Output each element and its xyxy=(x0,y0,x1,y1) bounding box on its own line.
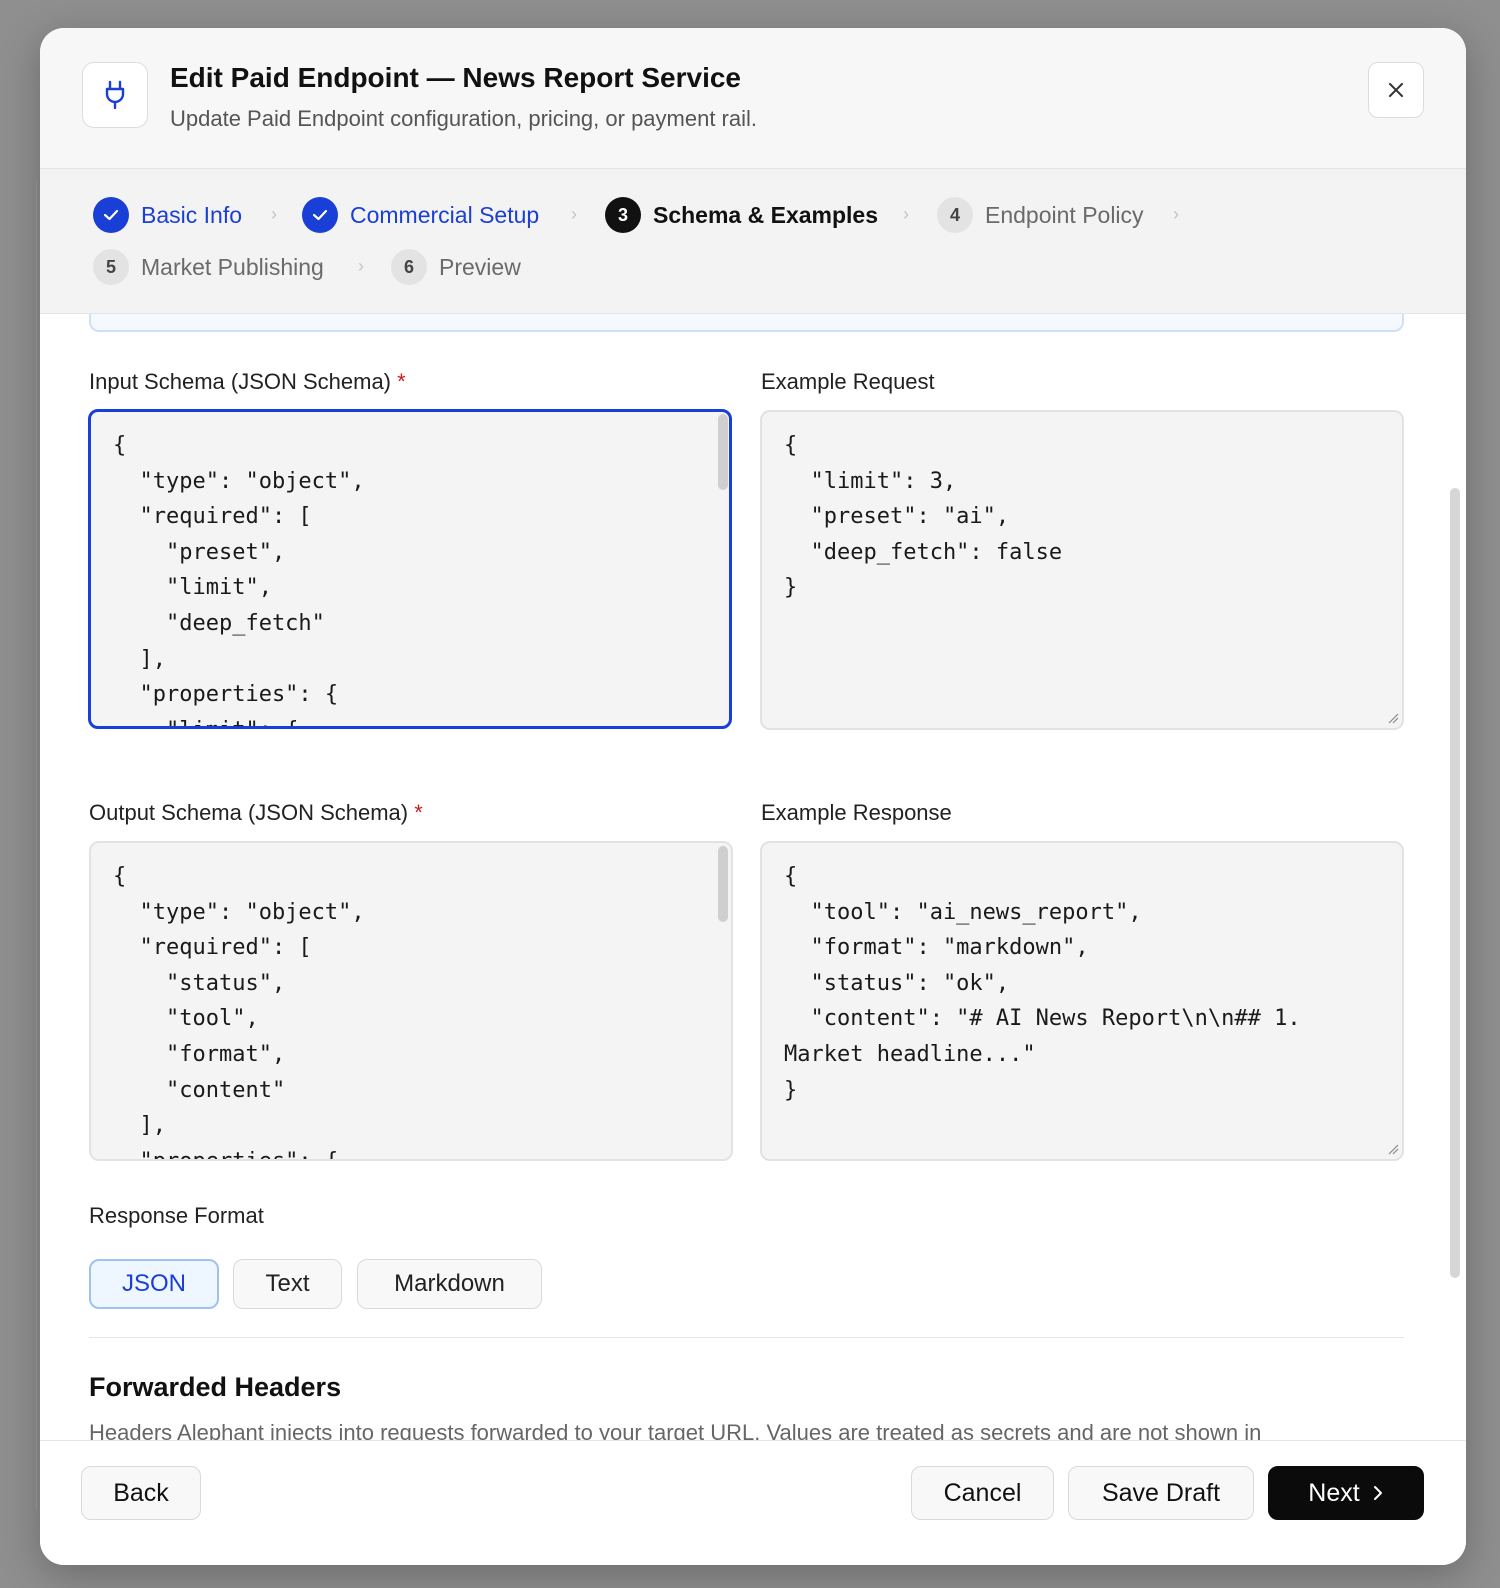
forwarded-headers-description: Headers Alephant injects into requests f… xyxy=(89,1420,1262,1440)
step-schema-examples[interactable]: 3 Schema & Examples xyxy=(605,197,878,233)
step-number: 3 xyxy=(605,197,641,233)
chevron-right-icon xyxy=(1373,1486,1382,1500)
cancel-button[interactable]: Cancel xyxy=(911,1466,1054,1520)
step-preview[interactable]: 6 Preview xyxy=(391,249,521,285)
dialog-footer: Back Cancel Save Draft Next xyxy=(40,1440,1466,1565)
dialog-header: Edit Paid Endpoint — News Report Service… xyxy=(40,28,1466,169)
check-icon xyxy=(93,197,129,233)
step-number: 5 xyxy=(93,249,129,285)
dialog-title: Edit Paid Endpoint — News Report Service xyxy=(170,62,741,93)
step-endpoint-policy[interactable]: 4 Endpoint Policy xyxy=(937,197,1144,233)
dialog-scrollbar[interactable] xyxy=(1450,488,1460,1278)
format-markdown-button[interactable]: Markdown xyxy=(357,1259,542,1309)
example-response-editor[interactable]: { "tool": "ai_news_report", "format": "m… xyxy=(760,841,1404,1161)
wizard-stepper: Basic Info › Commercial Setup › 3 Schema… xyxy=(40,169,1466,314)
output-schema-scrollbar[interactable] xyxy=(718,846,728,922)
dialog-subtitle: Update Paid Endpoint configuration, pric… xyxy=(170,106,758,131)
section-divider xyxy=(89,1337,1404,1338)
output-schema-editor[interactable]: { "type": "object", "required": [ "statu… xyxy=(89,841,733,1161)
step-label: Market Publishing xyxy=(141,253,324,280)
step-label: Commercial Setup xyxy=(350,201,540,228)
forwarded-headers-title: Forwarded Headers xyxy=(89,1372,342,1402)
step-label: Basic Info xyxy=(141,201,242,228)
chevron-right-icon: › xyxy=(1173,204,1179,224)
plug-icon xyxy=(82,62,148,128)
close-icon xyxy=(1389,83,1403,97)
step-number: 4 xyxy=(937,197,973,233)
background-table-edge xyxy=(1478,200,1500,1450)
response-format-label: Response Format xyxy=(89,1203,264,1228)
save-draft-button[interactable]: Save Draft xyxy=(1068,1466,1254,1520)
step-commercial-setup[interactable]: Commercial Setup xyxy=(302,197,539,233)
step-number: 6 xyxy=(391,249,427,285)
resize-handle-icon[interactable] xyxy=(1387,712,1399,724)
chevron-right-icon: › xyxy=(903,204,909,224)
example-response-label: Example Response xyxy=(761,800,952,825)
step-market-publishing[interactable]: 5 Market Publishing xyxy=(93,249,324,285)
edit-endpoint-dialog: Edit Paid Endpoint — News Report Service… xyxy=(40,28,1466,1565)
next-button[interactable]: Next xyxy=(1268,1466,1424,1520)
input-schema-editor[interactable]: { "type": "object", "required": [ "prese… xyxy=(88,409,732,729)
chevron-right-icon: › xyxy=(571,204,577,224)
dialog-body[interactable]: Input Schema (JSON Schema) * { "type": "… xyxy=(40,314,1466,1440)
format-json-button[interactable]: JSON xyxy=(89,1259,219,1309)
format-text-button[interactable]: Text xyxy=(233,1259,342,1309)
info-box xyxy=(89,314,1404,332)
step-label: Schema & Examples xyxy=(653,201,879,228)
step-basic-info[interactable]: Basic Info xyxy=(93,197,242,233)
example-request-label: Example Request xyxy=(761,369,935,394)
next-label: Next xyxy=(1308,1478,1360,1507)
step-label: Endpoint Policy xyxy=(985,201,1144,228)
back-button[interactable]: Back xyxy=(81,1466,201,1520)
close-button[interactable] xyxy=(1368,62,1424,118)
input-schema-scrollbar[interactable] xyxy=(718,414,728,490)
chevron-right-icon: › xyxy=(358,256,364,276)
output-schema-label: Output Schema (JSON Schema) * xyxy=(89,800,423,825)
input-schema-label: Input Schema (JSON Schema) * xyxy=(89,369,406,394)
example-request-editor[interactable]: { "limit": 3, "preset": "ai", "deep_fetc… xyxy=(760,410,1404,730)
chevron-right-icon: › xyxy=(271,204,277,224)
step-label: Preview xyxy=(439,253,521,280)
resize-handle-icon[interactable] xyxy=(1387,1143,1399,1155)
check-icon xyxy=(302,197,338,233)
